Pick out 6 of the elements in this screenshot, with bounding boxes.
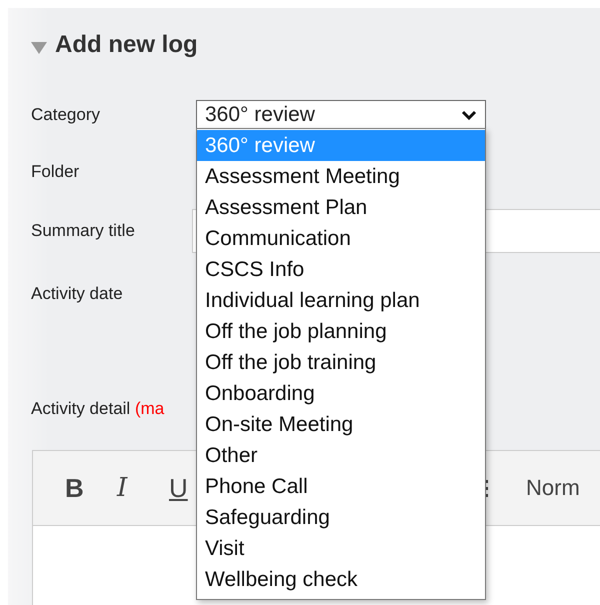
field-label: Summary title: [31, 221, 136, 241]
field-label: Activity detail (ma: [31, 399, 164, 419]
field-label: Category: [31, 105, 101, 125]
field-label: Activity date: [31, 284, 124, 304]
section-title: Add new log: [55, 31, 198, 59]
field-label: Folder: [31, 162, 80, 182]
